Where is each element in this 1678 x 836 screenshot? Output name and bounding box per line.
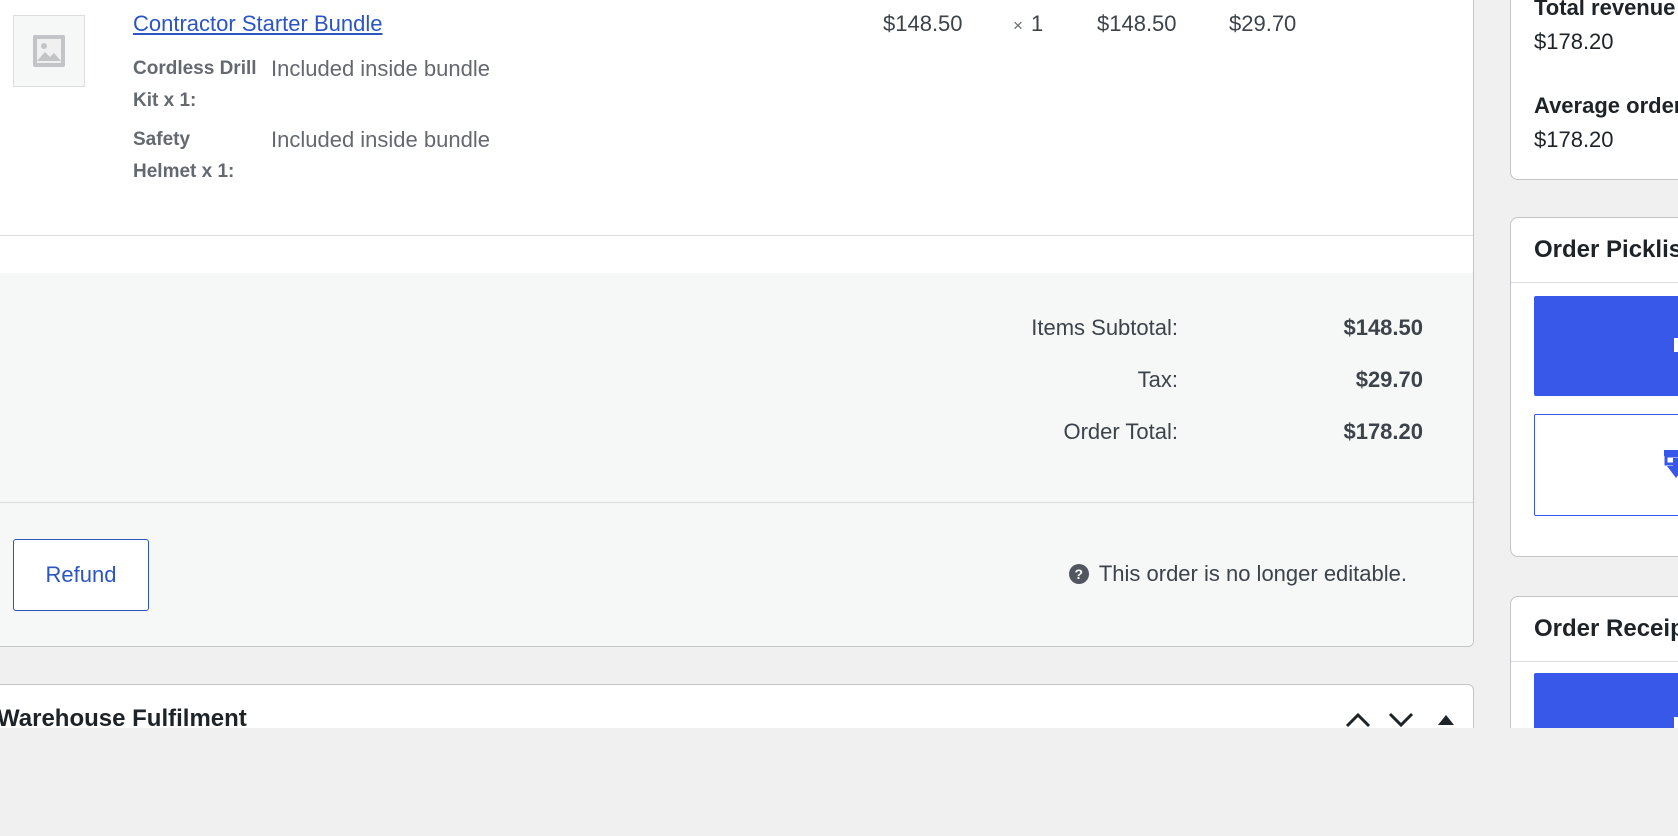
print-picklist-button[interactable] xyxy=(1534,296,1678,396)
download-icon xyxy=(1663,449,1678,482)
order-item-row: Contractor Starter Bundle Cordless Drill… xyxy=(0,0,1473,236)
page-background xyxy=(0,728,1678,836)
tax-row: Tax: $29.70 xyxy=(0,367,1473,407)
subtotal-value: $148.50 xyxy=(1343,315,1423,340)
download-picklist-button[interactable] xyxy=(1534,414,1678,516)
qty-multiplier: × xyxy=(1013,16,1023,35)
not-editable-notice: ? This order is no longer editable. xyxy=(1068,561,1407,587)
order-total-label: Order Total: xyxy=(1063,419,1178,444)
bundle-meta-key: Cordless Drill Kit x 1: xyxy=(133,58,257,111)
total-revenue-value: $178.20 xyxy=(1534,29,1614,54)
receipt-card-header: Order Receipt xyxy=(1511,597,1678,662)
print-icon xyxy=(1674,338,1678,352)
image-placeholder-icon xyxy=(13,15,85,87)
bundle-meta-value: Included inside bundle xyxy=(271,56,490,81)
warehouse-panel-title: Warehouse Fulfilment xyxy=(0,705,247,728)
receipt-card-title: Order Receipt xyxy=(1534,615,1678,642)
order-items-panel: Contractor Starter Bundle Cordless Drill… xyxy=(0,0,1474,647)
order-total-value: $178.20 xyxy=(1343,419,1423,444)
item-name-link[interactable]: Contractor Starter Bundle xyxy=(133,11,382,37)
average-order-value: $178.20 xyxy=(1534,127,1614,152)
subtotal-label: Items Subtotal: xyxy=(1031,315,1178,340)
item-line-tax: $29.70 xyxy=(1229,11,1297,36)
revenue-stats-card: Total revenue $178.20 Average order $178… xyxy=(1510,0,1678,180)
item-cost: $148.50 xyxy=(883,11,963,36)
average-order-label: Average order xyxy=(1534,93,1678,118)
tax-label: Tax: xyxy=(1137,367,1178,392)
not-editable-text: This order is no longer editable. xyxy=(1098,561,1407,586)
chevron-up-icon[interactable] xyxy=(1341,703,1375,728)
warehouse-fulfilment-panel: Warehouse Fulfilment xyxy=(0,684,1474,728)
order-totals: Items Subtotal: $148.50 Tax: $29.70 Orde… xyxy=(0,273,1473,503)
bundle-meta-key: Safety Helmet x 1: xyxy=(133,129,235,182)
subtotal-row: Items Subtotal: $148.50 xyxy=(0,315,1473,355)
picklist-card-header: Order Picklist xyxy=(1511,218,1678,283)
item-line-total: $148.50 xyxy=(1097,11,1177,36)
bundle-meta-value: Included inside bundle xyxy=(271,127,490,152)
order-actions: Refund ? This order is no longer editabl… xyxy=(0,503,1473,646)
item-quantity: × 1 xyxy=(1013,11,1044,36)
help-icon[interactable]: ? xyxy=(1068,564,1089,584)
order-total-row: Order Total: $178.20 xyxy=(0,419,1473,459)
bundle-meta-row: Safety Helmet x 1: Included inside bundl… xyxy=(133,124,553,188)
print-icon xyxy=(1674,717,1678,728)
bundle-meta-row: Cordless Drill Kit x 1: Included inside … xyxy=(133,53,553,117)
total-revenue-label: Total revenue xyxy=(1534,0,1676,20)
tax-value: $29.70 xyxy=(1355,367,1423,392)
refund-button[interactable]: Refund xyxy=(13,539,149,611)
chevron-down-icon[interactable] xyxy=(1384,703,1418,728)
order-receipt-card: Order Receipt xyxy=(1510,596,1678,728)
picklist-card-title: Order Picklist xyxy=(1534,236,1678,263)
page-viewport: Contractor Starter Bundle Cordless Drill… xyxy=(0,0,1678,728)
print-receipt-button[interactable] xyxy=(1534,673,1678,728)
triangle-up-icon[interactable] xyxy=(1429,703,1463,728)
order-picklist-card: Order Picklist xyxy=(1510,217,1678,557)
